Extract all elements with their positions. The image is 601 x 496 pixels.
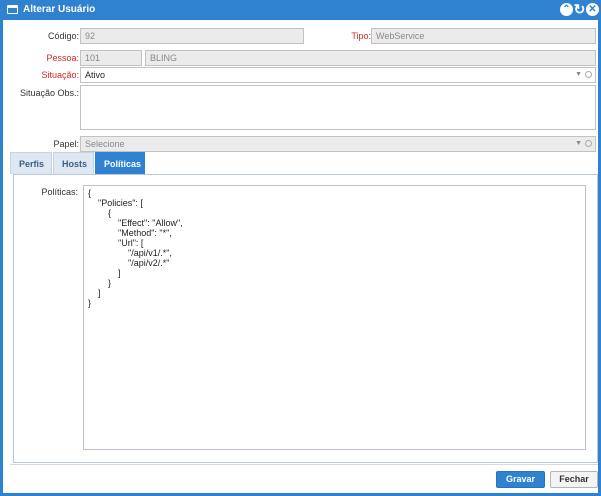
collapse-icon[interactable]: ⌃ — [560, 3, 573, 16]
chevron-down-icon[interactable]: ▼ — [575, 137, 582, 151]
politicas-json-editor[interactable]: { "Policies": [ { "Effect": "Allow", "Me… — [83, 185, 586, 450]
footer-divider — [10, 464, 598, 465]
chevron-down-icon[interactable]: ▼ — [575, 68, 582, 82]
clear-icon[interactable] — [585, 140, 592, 147]
situacao-obs-label: Situação Obs.: — [19, 88, 79, 98]
situacao-obs-textarea[interactable] — [80, 85, 596, 130]
tab-perfis[interactable]: Perfis — [10, 152, 52, 174]
gravar-button[interactable]: Gravar — [496, 471, 545, 488]
politicas-panel: Políticas: { "Policies": [ { "Effect": "… — [13, 174, 598, 463]
tab-hosts[interactable]: Hosts — [53, 152, 94, 174]
papel-placeholder: Selecione — [85, 139, 125, 149]
window-icon — [7, 5, 18, 14]
alterar-usuario-window: Alterar Usuário ⌃ ↻ ✕ Código: 92 Tipo: W… — [0, 0, 601, 496]
situacao-value: Ativo — [85, 70, 106, 80]
papel-label: Papel: — [53, 139, 79, 149]
situacao-select[interactable]: Ativo ▼ — [80, 67, 596, 83]
fechar-button[interactable]: Fechar — [550, 471, 598, 488]
title-bar[interactable]: Alterar Usuário ⌃ ↻ ✕ — [0, 0, 601, 20]
codigo-label: Código: — [47, 31, 79, 41]
politicas-label: Políticas: — [41, 187, 78, 197]
pessoa-label: Pessoa: — [46, 53, 79, 63]
close-icon[interactable]: ✕ — [586, 3, 599, 16]
papel-select[interactable]: Selecione ▼ — [80, 136, 596, 152]
situacao-label: Situação: — [41, 70, 79, 80]
tab-politicas[interactable]: Políticas — [95, 152, 145, 174]
refresh-icon[interactable]: ↻ — [573, 2, 586, 16]
pessoa-id-field: 101 — [80, 50, 142, 66]
clear-icon[interactable] — [585, 71, 592, 78]
codigo-field: 92 — [80, 28, 304, 44]
window-title: Alterar Usuário — [23, 4, 96, 15]
tipo-label: Tipo: — [351, 31, 371, 41]
pessoa-name-field: BLING — [145, 50, 596, 66]
tipo-field: WebService — [371, 28, 596, 44]
